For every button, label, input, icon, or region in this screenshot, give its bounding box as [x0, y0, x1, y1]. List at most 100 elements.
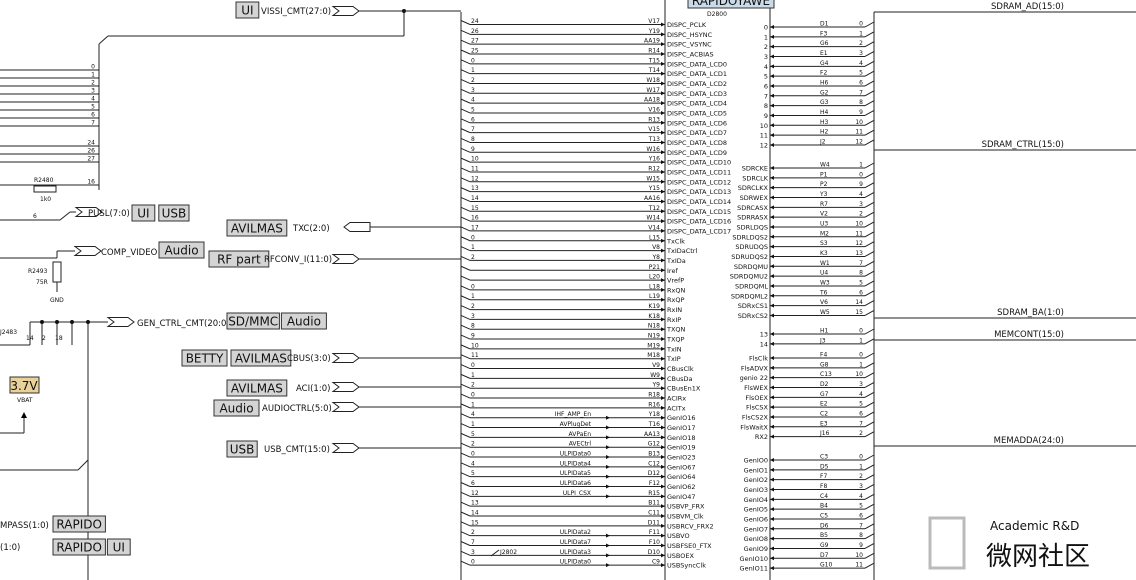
tag-ui-label[interactable]: UI	[241, 4, 253, 18]
offpage-connector[interactable]	[331, 353, 360, 363]
bus-entry	[864, 328, 875, 335]
tag-usb-label[interactable]: USB	[230, 443, 255, 457]
tag-betty-label[interactable]: BETTY	[186, 352, 224, 366]
ball-id: T15	[648, 57, 660, 64]
bus-bit-number: 9	[471, 333, 475, 340]
bus-bit-number: 6	[33, 213, 37, 220]
chip-pin-name: GenIO16	[667, 414, 695, 422]
chip-pin-name: GenIO18	[667, 434, 695, 442]
pin-arrow	[661, 337, 665, 342]
tag-ui-label[interactable]: UI	[113, 541, 125, 555]
jumper-j2802: J2802	[499, 549, 517, 556]
ball-id: H2	[820, 129, 829, 136]
offpage-connector[interactable]	[331, 382, 360, 392]
chip-pin-name: FlsCS2X	[742, 413, 769, 421]
offpage-connector[interactable]	[106, 317, 135, 327]
pin-arrow	[770, 385, 774, 390]
chip-pin-name: RX2	[755, 433, 768, 441]
ball-id: D7	[820, 552, 829, 559]
pin-arrow	[661, 307, 665, 312]
bus-entry	[460, 187, 471, 193]
ball-id: T13	[648, 136, 660, 143]
bus-bit-number: 2	[42, 335, 46, 342]
tag-rapido-label[interactable]: RAPIDO	[56, 518, 102, 532]
net-label: ULPIData4	[560, 460, 591, 467]
ball-id: R13	[648, 116, 660, 123]
tag-rf-part-label[interactable]: RF part	[217, 253, 261, 267]
resistor-r2493-label: R2493	[28, 268, 48, 275]
bus-entry	[460, 334, 471, 340]
bus-bit-number: 11	[471, 352, 479, 359]
offpage-connector[interactable]	[331, 6, 360, 16]
bus-bit-number: 18	[55, 335, 63, 342]
chip-pin-name: DISPC_HSYNC	[667, 31, 713, 39]
tag-rapido-label[interactable]: RAPIDO	[56, 541, 102, 555]
chip-pin-name: DISPC_DATA_LCD4	[667, 100, 727, 108]
bus-entry	[460, 196, 471, 202]
offpage-connector[interactable]	[343, 222, 371, 232]
net-label: ULPIData0	[560, 559, 591, 566]
chip-pin-name: 5	[764, 73, 768, 81]
net-name-vissi: VISSI_CMT(27:0)	[261, 7, 331, 17]
chip-pin-name: 2	[764, 43, 768, 51]
tag-avilmas-2-label[interactable]: AVILMAS	[231, 382, 283, 396]
bus-bit-number: 4	[471, 460, 475, 467]
bus-bit-number: 2	[859, 473, 863, 480]
bus-entry	[460, 138, 471, 143]
ball-id: AA13	[644, 431, 660, 438]
junction-dot	[55, 320, 59, 324]
bus-entry	[460, 305, 471, 311]
bus-entry	[864, 411, 875, 418]
ball-id: C2	[820, 410, 828, 417]
ball-id: W18	[646, 77, 660, 84]
bus-bit-number: 2	[859, 430, 863, 437]
bus-entry	[460, 295, 471, 301]
pin-arrow	[770, 365, 774, 370]
tag-usb-label[interactable]: USB	[162, 207, 187, 221]
tag-ui-label[interactable]: UI	[137, 207, 149, 221]
bus-entry	[460, 39, 471, 45]
tag-avilmas-label[interactable]: AVILMAS	[231, 222, 283, 236]
tag-audio-label[interactable]: Audio	[287, 315, 321, 329]
vbat-tag: 3.7V	[10, 379, 38, 393]
bus-bit-number: 26	[87, 148, 95, 155]
chip-pin-name: GenIO11	[740, 565, 768, 573]
pin-arrow	[606, 455, 610, 460]
tag-sdmmc-label[interactable]: SD/MMC	[228, 315, 278, 329]
ball-id: J16	[819, 430, 830, 437]
tag-avilmas-label[interactable]: AVILMAS	[235, 352, 287, 366]
offpage-connector[interactable]	[331, 443, 360, 453]
ball-id: H4	[820, 109, 829, 116]
ball-id: Y8	[652, 254, 661, 261]
ball-id: E2	[820, 401, 828, 408]
bus-entry	[460, 452, 471, 458]
chip-pin-name: DISPC_DATA_LCD7	[667, 129, 727, 137]
pin-arrow	[606, 425, 610, 430]
net-label: ULPIData7	[560, 539, 591, 546]
bus-entry	[460, 147, 471, 153]
chip-pin-name: 9	[764, 112, 768, 120]
bus-entry	[460, 265, 471, 271]
bus-entry	[864, 100, 875, 107]
tag-audio-2-label[interactable]: Audio	[219, 402, 253, 416]
pin-arrow	[770, 274, 774, 279]
chip-pin-name: GenIO10	[740, 555, 768, 563]
offpage-connector[interactable]	[331, 402, 360, 412]
chip-pin-name: RxQN	[667, 286, 685, 294]
ball-id: W5	[820, 309, 830, 316]
bus-entry	[864, 211, 875, 218]
ball-id: G9	[820, 542, 829, 549]
bus-entry	[864, 260, 875, 267]
pin-arrow	[770, 103, 774, 108]
bus-entry	[864, 513, 875, 520]
tag-audio-label[interactable]: Audio	[164, 244, 198, 258]
bus-bit-number: 10	[855, 371, 863, 378]
pin-arrow	[661, 91, 665, 96]
pin-arrow	[661, 543, 665, 548]
offpage-connector[interactable]	[331, 254, 360, 264]
offpage-connector[interactable]	[73, 246, 102, 256]
pin-arrow	[770, 44, 774, 49]
pin-arrow	[606, 494, 610, 499]
bus-bit-number: 0	[859, 328, 863, 335]
bus-entry	[460, 226, 471, 232]
